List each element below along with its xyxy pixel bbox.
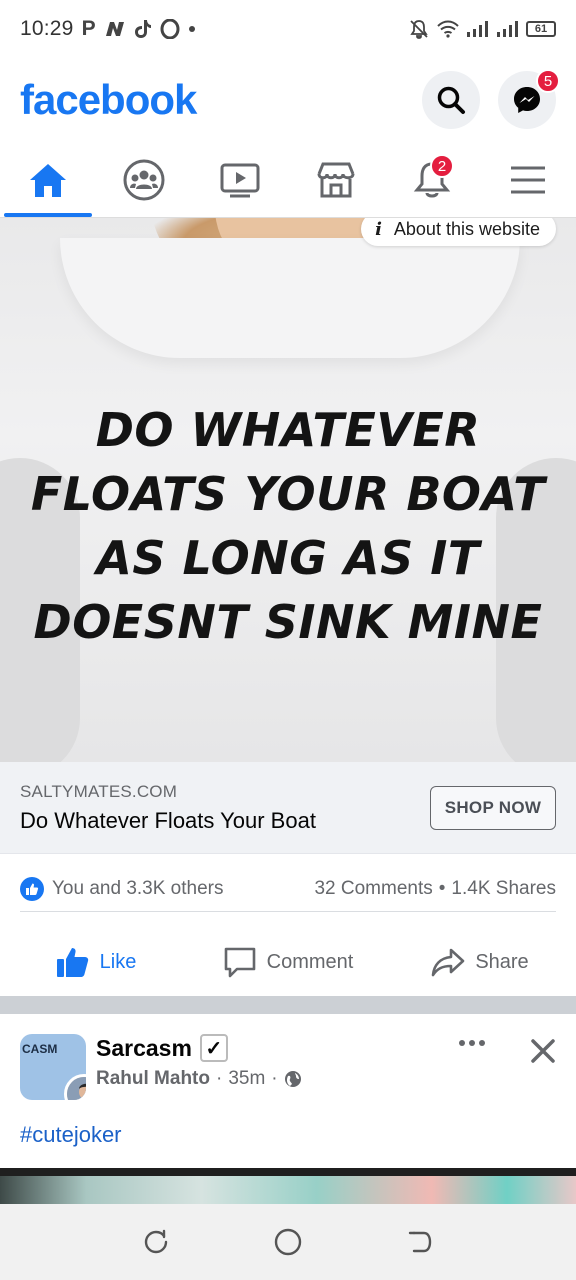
reactions-summary: You and 3.3K others 32 Comments • 1.4K S… [20,866,556,912]
app-p-icon: P [81,17,96,40]
page-name[interactable]: Sarcasm [96,1035,192,1062]
page-avatar[interactable]: CASM [20,1034,86,1100]
tab-home[interactable] [0,142,96,217]
comment-icon [224,947,255,978]
notifications-badge: 2 [430,154,454,178]
slogan-line: FLOATS YOUR BOAT [30,467,546,521]
tab-marketplace[interactable] [288,142,384,217]
app-header: facebook 5 [0,58,576,142]
wifi-icon [437,20,459,38]
post-action-bar: Like Comment Share [0,930,576,994]
hamburger-menu-icon [511,166,545,193]
app-n-icon [105,22,124,36]
comment-label: Comment [266,950,354,973]
like-reaction-icon [20,876,44,901]
mute-icon [410,20,428,39]
globe-icon [284,1071,301,1087]
opera-icon [160,19,180,39]
verified-check-icon: ✓ [199,1034,228,1062]
hoodie-hood [60,238,520,358]
about-this-website-button[interactable]: i About this website [361,218,556,246]
separator-dot: • [438,877,446,899]
home-icon [30,163,66,197]
post-media-preview[interactable] [0,1168,576,1204]
avatar-text: CASM [22,1042,58,1056]
meta-separator: · [216,1068,223,1089]
ad-image[interactable]: DO WHATEVER FLOATS YOUR BOAT AS LONG AS … [0,218,576,762]
messenger-badge: 5 [536,69,560,93]
post-time[interactable]: 35m [228,1068,265,1090]
tab-groups[interactable] [96,142,192,217]
recent-apps-icon[interactable] [142,1228,170,1256]
post-hashtag[interactable]: #cutejoker [20,1122,122,1148]
author-name[interactable]: Rahul Mahto [96,1068,210,1090]
search-icon [437,86,465,114]
tiktok-icon [134,20,151,38]
share-button[interactable]: Share [384,930,576,994]
slogan-line: DO WHATEVER [95,403,481,457]
slogan-line: DOESNT SINK MINE [33,595,543,649]
groups-icon [123,159,165,200]
comments-count[interactable]: 32 Comments [314,878,432,900]
about-this-website-label: About this website [393,218,540,239]
share-label: Share [475,950,529,973]
search-button[interactable] [422,71,480,129]
post-header: CASM Sarcasm ✓ Rahul Mahto · 35m · [0,1014,576,1114]
hoodie-slogan: DO WHATEVER FLOATS YOUR BOAT AS LONG AS … [0,398,576,654]
slogan-line: AS LONG AS IT [96,531,480,585]
signal-2-icon [497,21,518,37]
shop-now-button[interactable]: SHOP NOW [430,786,556,830]
more-options-icon[interactable] [458,1038,486,1048]
marketplace-icon [317,162,355,197]
tab-menu[interactable] [480,142,576,217]
status-time: 10:29 [20,17,74,40]
tab-watch[interactable] [192,142,288,217]
thumbs-up-icon [56,948,88,977]
more-notifications-dot-icon [188,26,195,32]
like-button[interactable]: Like [0,930,192,994]
feed-divider [0,996,576,1014]
comment-button[interactable]: Comment [192,930,384,994]
reactions-count[interactable]: You and 3.3K others [52,878,224,900]
share-arrow-icon [432,948,465,977]
messenger-button[interactable]: 5 [498,69,560,129]
info-icon: i [375,218,382,240]
back-icon[interactable] [406,1228,434,1256]
system-navigation-bar [0,1204,576,1280]
video-icon [220,163,260,197]
facebook-logo[interactable]: facebook [20,76,197,124]
shares-count[interactable]: 1.4K Shares [451,878,556,900]
close-icon[interactable] [530,1038,556,1064]
status-bar: 10:29 P 61 [0,0,576,58]
ad-link-preview[interactable]: SALTYMATES.COM Do Whatever Floats Your B… [0,762,576,854]
home-circle-icon[interactable] [273,1227,303,1257]
battery-icon: 61 [526,21,556,37]
facebook-feed-screen: 10:29 P 61 facebook 5 2 DO WHATEVER FLOA… [0,0,576,1280]
tab-notifications[interactable]: 2 [384,142,480,217]
author-avatar[interactable] [64,1074,86,1100]
meta-separator: · [271,1068,278,1089]
main-tab-bar: 2 [0,142,576,218]
signal-icon [467,21,488,37]
like-label: Like [99,950,137,973]
